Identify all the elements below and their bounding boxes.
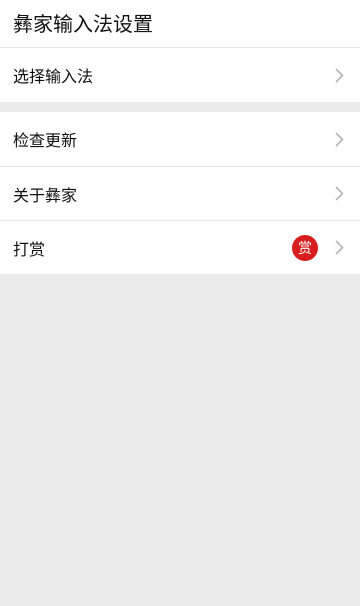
reward-label: 打赏: [13, 239, 46, 259]
chevron-right-icon: [334, 186, 344, 202]
top-bar: 彝家输入法设置: [0, 0, 360, 48]
chevron-right-icon: [334, 67, 344, 83]
section-gap: [0, 102, 360, 112]
reward-badge-icon: 赏: [292, 234, 318, 261]
chevron-right-icon: [334, 240, 344, 256]
select-ime-row[interactable]: 选择输入法: [0, 48, 360, 102]
chevron-right-icon: [334, 131, 344, 147]
settings-group-input-method: 选择输入法: [0, 48, 360, 102]
empty-area: [0, 274, 360, 600]
page-title: 彝家输入法设置: [13, 11, 153, 36]
reward-row[interactable]: 打赏 赏: [0, 220, 360, 274]
about-label: 关于彝家: [13, 185, 78, 205]
check-update-row[interactable]: 检查更新: [0, 112, 360, 166]
select-ime-label: 选择输入法: [13, 67, 94, 86]
about-row[interactable]: 关于彝家: [0, 166, 360, 220]
check-update-label: 检查更新: [13, 131, 78, 150]
settings-group-app: 检查更新 关于彝家 打赏 赏: [0, 112, 360, 274]
